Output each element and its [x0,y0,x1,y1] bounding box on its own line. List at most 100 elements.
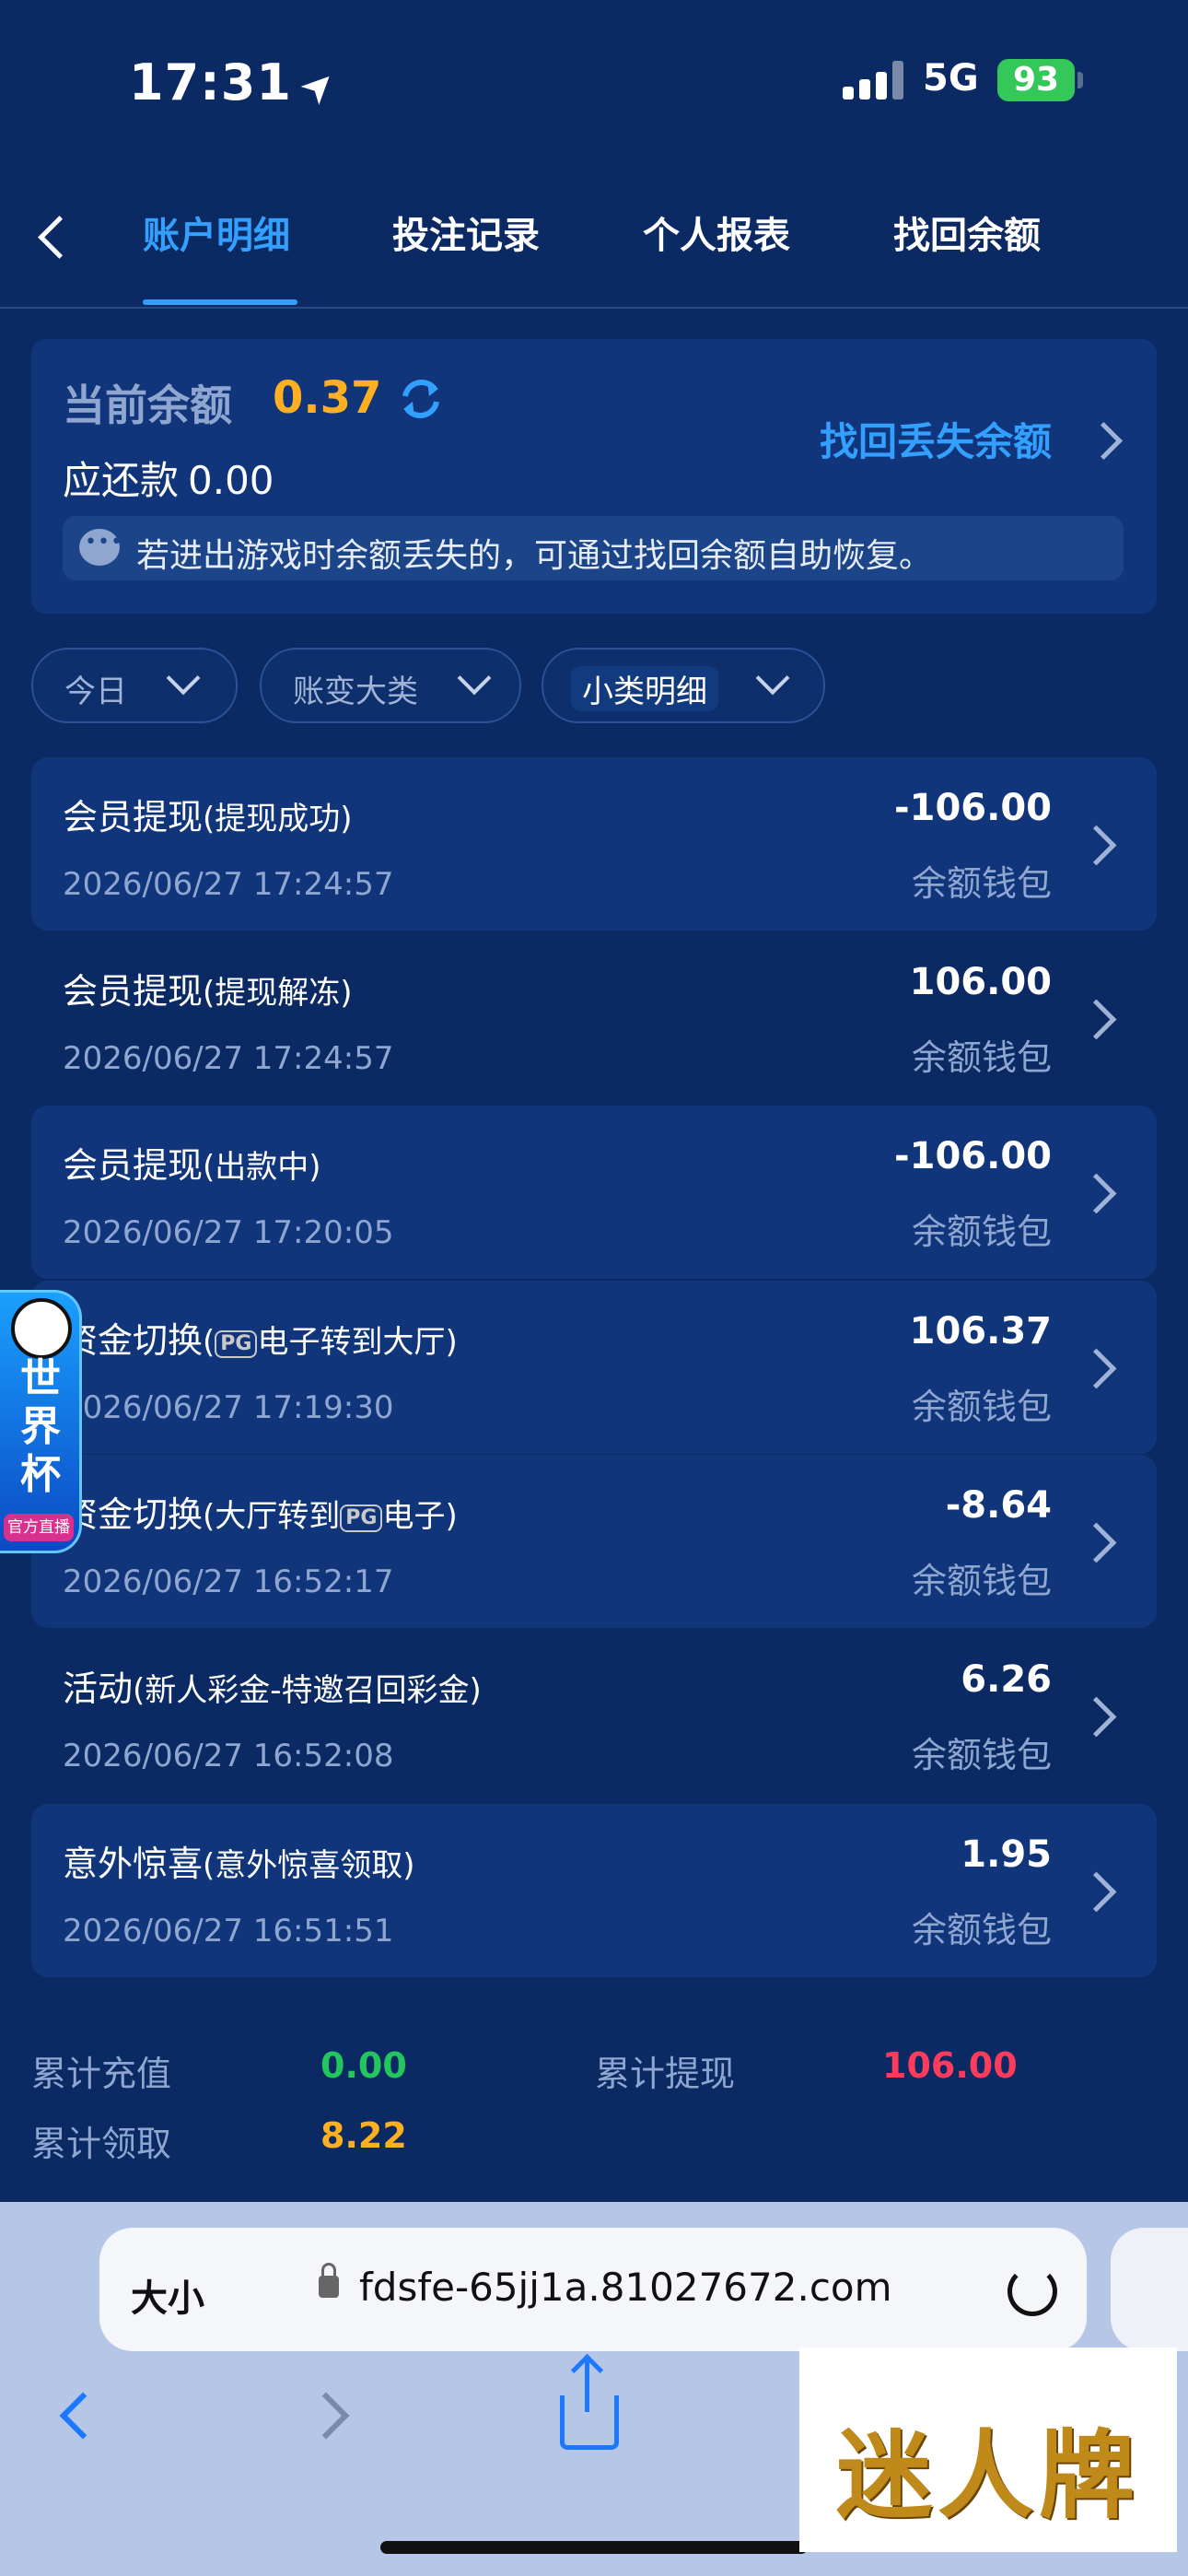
transaction-title: 会员提现(提现成功) [63,797,353,837]
notice-text: 若进出游戏时余额丢失的，可通过找回余额自助恢复。 [136,537,933,575]
total-recharge-label: 累计充值 [31,2054,172,2094]
message-icon [79,529,123,566]
transaction-wallet: 余额钱包 [911,1561,1052,1601]
tab-recover-balance[interactable]: 找回余额 [893,205,1041,259]
transaction-date: 2026/06/27 17:19:30 [63,1389,394,1426]
transaction-title: 会员提现(提现解冻) [63,971,353,1012]
transaction-row[interactable]: 会员提现(提现成功) 2026/06/27 17:24:57 -106.00 余… [31,757,1157,931]
chevron-right-icon [1084,421,1124,461]
refresh-icon[interactable] [394,372,448,426]
soccer-ball-icon [11,1298,72,1359]
live-badge: 官方直播 [4,1514,74,1541]
transaction-date: 2026/06/27 17:24:57 [63,1040,394,1077]
transaction-row[interactable]: 资金切换(PG 电子转到大厅) 2026/06/27 17:19:30 106.3… [31,1281,1157,1454]
location-arrow-icon: ➤ [289,57,348,115]
total-recharge-value: 0.00 [320,2045,407,2086]
network-type: 5G [923,57,979,100]
lock-icon [319,2263,339,2298]
transaction-wallet: 余额钱包 [911,863,1052,904]
world-cup-text: 世界杯 [20,1355,61,1498]
repayment-row: 应还款 0.00 [63,450,274,506]
filter-date[interactable]: 今日 [31,648,238,723]
balance-card: 当前余额 0.37 应还款0.00 找回丢失余额 若进出游戏时余额丢失的，可通过… [31,339,1157,614]
chevron-down-icon [166,661,201,696]
transaction-title: 资金切换(大厅转到 PG 电子) [63,1494,458,1535]
transaction-title: 会员提现(出款中) [63,1145,321,1186]
url-text[interactable]: fdsfe-65jj1a.81027672.com [359,2265,892,2310]
transaction-wallet: 余额钱包 [911,1387,1052,1427]
transaction-row[interactable]: 会员提现(出款中) 2026/06/27 17:20:05 -106.00 余额… [31,1106,1157,1279]
chevron-right-icon [1076,1348,1117,1389]
chevron-down-icon [755,661,790,696]
repayment-value: 0.00 [188,458,274,503]
filter-subcategory[interactable]: 小类明细 [542,648,825,723]
transaction-date: 2026/06/27 17:24:57 [63,866,394,903]
pg-logo-icon: PG [215,1329,258,1358]
filter-subcategory-label: 小类明细 [571,666,718,711]
tab-account-details[interactable]: 账户明细 [143,205,290,259]
world-cup-float-button[interactable]: 世界杯 官方直播 [0,1290,82,1553]
transaction-date: 2026/06/27 16:52:17 [63,1563,394,1600]
transaction-amount: 6.26 [961,1658,1052,1701]
chevron-right-icon [1076,1871,1117,1913]
total-claim-label: 累计领取 [31,2124,172,2164]
total-withdraw-label: 累计提现 [595,2054,736,2094]
reload-icon[interactable] [1007,2266,1057,2316]
tab-personal-report[interactable]: 个人报表 [643,205,790,259]
transaction-amount: -106.00 [894,787,1052,829]
recover-lost-balance-link[interactable]: 找回丢失余额 [820,411,1052,467]
total-withdraw-value: 106.00 [882,2045,1018,2086]
transaction-wallet: 余额钱包 [911,1212,1052,1252]
next-tab-preview[interactable] [1111,2228,1188,2351]
chevron-right-icon [1076,1173,1117,1214]
watermark-logo: 迷人牌 [799,2348,1177,2552]
cellular-signal-icon [843,61,907,100]
share-icon[interactable] [560,2359,619,2450]
transaction-date: 2026/06/27 17:20:05 [63,1214,394,1251]
pg-logo-icon: PG [340,1504,383,1532]
transaction-title: 意外惊喜(意外惊喜领取) [63,1844,415,1884]
filter-category-label: 账变大类 [293,673,418,710]
repayment-label: 应还款 [63,458,180,503]
address-bar[interactable]: 大小 fdsfe-65jj1a.81027672.com [99,2228,1087,2351]
chevron-right-icon [1076,999,1117,1040]
status-time: 17:31➤ [129,53,348,115]
text-size-button[interactable]: 大小 [131,2268,204,2322]
chevron-right-icon [1076,1696,1117,1738]
transaction-wallet: 余额钱包 [911,1910,1052,1950]
transaction-amount: -8.64 [945,1484,1052,1527]
battery-tip [1077,72,1083,88]
transaction-date: 2026/06/27 16:52:08 [63,1738,394,1774]
transaction-row[interactable]: 会员提现(提现解冻) 2026/06/27 17:24:57 106.00 余额… [31,931,1157,1105]
transaction-row[interactable]: 意外惊喜(意外惊喜领取) 2026/06/27 16:51:51 1.95 余额… [31,1804,1157,1977]
chevron-down-icon [457,661,492,696]
notice-bar: 若进出游戏时余额丢失的，可通过找回余额自助恢复。 [63,516,1124,580]
tab-bar: 账户明细 投注记录 个人报表 找回余额 [0,180,1188,309]
battery-icon: 93 [997,59,1075,101]
back-chevron-icon[interactable] [35,207,72,263]
filter-date-label: 今日 [64,673,127,710]
watermark-text: 迷人牌 [836,2418,1141,2532]
transaction-amount: 106.37 [909,1310,1052,1352]
transaction-amount: -106.00 [894,1135,1052,1177]
balance-value: 0.37 [273,372,382,424]
filter-category[interactable]: 账变大类 [260,648,521,723]
tab-bet-records[interactable]: 投注记录 [392,205,540,259]
transaction-title: 资金切换(PG 电子转到大厅) [63,1320,458,1361]
totals-panel: 累计充值 0.00 累计提现 106.00 累计领取 8.22 [0,2018,1188,2202]
transaction-amount: 106.00 [909,961,1052,1003]
chevron-right-icon [1076,825,1117,866]
transaction-amount: 1.95 [961,1833,1052,1876]
chevron-right-icon [1076,1522,1117,1563]
balance-label: 当前余额 [63,381,232,430]
transaction-row[interactable]: 活动(新人彩金-特邀召回彩金) 2026/06/27 16:52:08 6.26… [31,1629,1157,1802]
total-claim-value: 8.22 [320,2115,407,2156]
transaction-wallet: 余额钱包 [911,1735,1052,1775]
transaction-wallet: 余额钱包 [911,1037,1052,1078]
transaction-row[interactable]: 资金切换(大厅转到 PG 电子) 2026/06/27 16:52:17 -8.64… [31,1455,1157,1628]
home-indicator [380,2541,808,2554]
transaction-title: 活动(新人彩金-特邀召回彩金) [63,1669,482,1709]
transaction-date: 2026/06/27 16:51:51 [63,1913,394,1950]
status-bar: 17:31➤ 5G 93 [0,0,1188,166]
active-tab-indicator [143,299,297,305]
